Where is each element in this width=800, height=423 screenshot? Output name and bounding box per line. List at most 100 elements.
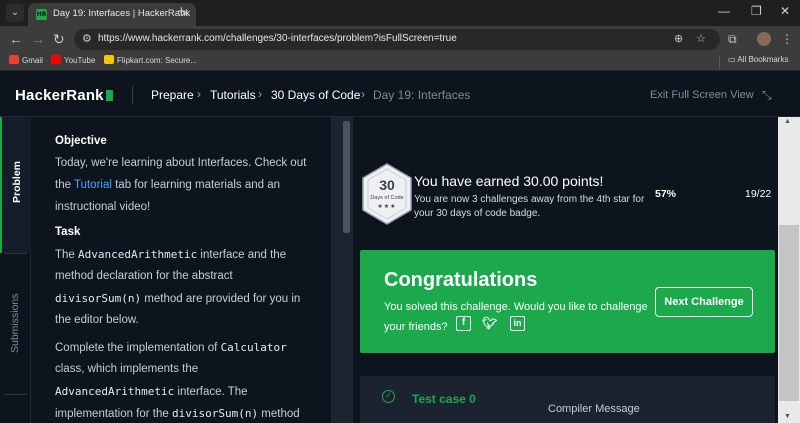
task-text: The AdvancedArithmetic interface and the bbox=[55, 248, 286, 261]
all-bookmarks-label: All Bookmarks bbox=[737, 55, 789, 64]
compiler-message-label: Compiler Message bbox=[548, 403, 640, 415]
congrats-line: You solved this challenge. Would you lik… bbox=[384, 301, 648, 313]
tutorial-link[interactable]: Tutorial bbox=[74, 179, 112, 191]
url-text: https://www.hackerrank.com/challenges/30… bbox=[98, 33, 457, 44]
problem-description: Objective Today, we're learning about In… bbox=[31, 117, 331, 423]
text-fragment: Complete the implementation of bbox=[55, 342, 221, 354]
progress-count: 19/22 bbox=[745, 188, 772, 200]
new-tab-icon[interactable]: + bbox=[177, 3, 186, 20]
collapse-arrows-icon[interactable]: ⤡ bbox=[762, 88, 772, 103]
problem-scrollbar-thumb[interactable] bbox=[343, 121, 350, 233]
window-close-icon[interactable]: ✕ bbox=[780, 4, 790, 18]
congratulations-title: Congratulations bbox=[384, 269, 538, 291]
browser-tab-strip: ⌄ HR Day 19: Interfaces | HackerRank ✕ +… bbox=[0, 0, 800, 26]
scroll-up-arrow-icon[interactable]: ▲ bbox=[784, 118, 791, 125]
reload-icon[interactable]: ↻ bbox=[53, 31, 65, 48]
breadcrumb-prepare[interactable]: Prepare bbox=[151, 88, 194, 102]
check-circle-icon: ✓ bbox=[382, 390, 395, 403]
stars-away-line: your 30 days of code badge. bbox=[414, 208, 541, 219]
side-tab-divider bbox=[4, 394, 27, 395]
bookmark-label: Gmail bbox=[22, 56, 43, 65]
congrats-line: your friends? bbox=[384, 321, 448, 333]
bookmark-label: Flipkart.com: Secure... bbox=[117, 56, 198, 65]
logo-text: HackerRank bbox=[15, 87, 104, 104]
back-arrow-icon[interactable]: ← bbox=[9, 31, 23, 47]
objective-text: Today, we're learning about Interfaces. … bbox=[55, 157, 307, 169]
scroll-down-arrow-icon[interactable]: ▼ bbox=[784, 413, 791, 420]
tab-problem[interactable]: Problem bbox=[0, 117, 31, 253]
code-span: AdvancedArithmetic bbox=[78, 248, 198, 261]
bookmark-youtube[interactable]: YouTube bbox=[51, 55, 95, 65]
facebook-icon[interactable]: f bbox=[456, 316, 471, 331]
objective-text: instructional video! bbox=[55, 201, 151, 213]
breadcrumb-current: Day 19: Interfaces bbox=[373, 88, 471, 102]
task-text: Complete the implementation of Calculato… bbox=[55, 341, 287, 354]
hackerrank-favicon-icon: HR bbox=[36, 9, 47, 20]
tab-title: Day 19: Interfaces | HackerRank bbox=[53, 8, 191, 19]
test-case-tab[interactable]: Test case 0 bbox=[412, 392, 476, 406]
zoom-icon[interactable]: ⊕ bbox=[674, 32, 683, 45]
folder-icon: ▭ bbox=[728, 55, 738, 64]
badge-label: Days of Code bbox=[370, 195, 404, 201]
breadcrumb-chevron-icon: › bbox=[258, 87, 262, 101]
test-case-panel: ✓ Test case 0 Compiler Message bbox=[360, 376, 775, 423]
minimize-icon[interactable]: — bbox=[718, 4, 730, 18]
breadcrumb-tutorials[interactable]: Tutorials bbox=[210, 88, 256, 102]
logo-box-icon bbox=[105, 90, 113, 101]
hexagon-badge-icon bbox=[362, 163, 412, 225]
badge-stars: ★★★ bbox=[377, 204, 397, 210]
stars-away-text: You are now 3 challenges away from the 4… bbox=[414, 193, 644, 221]
browser-toolbar: ← → ↻ ⚙ https://www.hackerrank.com/chall… bbox=[0, 26, 800, 53]
twitter-icon[interactable]: 🐦︎ bbox=[482, 316, 497, 331]
text-fragment: implementation for the bbox=[55, 408, 172, 420]
tab-search-button[interactable]: ⌄ bbox=[6, 4, 24, 22]
site-info-icon[interactable]: ⚙ bbox=[82, 32, 92, 45]
breadcrumb-chevron-icon: › bbox=[361, 87, 365, 101]
browser-tab[interactable]: HR Day 19: Interfaces | HackerRank ✕ bbox=[28, 3, 196, 26]
next-challenge-button[interactable]: Next Challenge bbox=[655, 287, 753, 317]
breadcrumb-30-days[interactable]: 30 Days of Code bbox=[271, 88, 360, 102]
text-fragment: method are provided for you in bbox=[141, 293, 301, 305]
address-bar[interactable]: ⚙ https://www.hackerrank.com/challenges/… bbox=[74, 29, 720, 50]
code-span: divisorSum(n) bbox=[171, 407, 259, 420]
restore-icon[interactable]: ❐ bbox=[751, 4, 762, 18]
youtube-icon bbox=[51, 55, 61, 64]
task-text: method declaration for the abstract bbox=[55, 270, 233, 282]
tab-submissions[interactable]: Submissions bbox=[0, 267, 31, 387]
bookmark-star-icon[interactable]: ☆ bbox=[696, 32, 706, 45]
hackerrank-header: HackerRank Prepare › Tutorials › 30 Days… bbox=[0, 72, 800, 117]
bookmark-flipkart[interactable]: Flipkart.com: Secure... bbox=[104, 55, 197, 65]
task-text: class, which implements the bbox=[55, 363, 199, 375]
stars-away-line: You are now 3 challenges away from the 4… bbox=[414, 194, 645, 205]
progress-percent: 57% bbox=[655, 188, 677, 200]
extensions-icon[interactable]: ⧉ bbox=[728, 32, 737, 47]
flipkart-icon bbox=[104, 55, 114, 64]
text-fragment: interface. The bbox=[174, 386, 248, 398]
linkedin-icon[interactable]: in bbox=[510, 316, 525, 331]
profile-avatar[interactable] bbox=[757, 32, 771, 46]
all-bookmarks[interactable]: ▭ All Bookmarks bbox=[728, 55, 788, 64]
hackerrank-logo[interactable]: HackerRank bbox=[15, 87, 113, 104]
header-divider bbox=[132, 86, 133, 104]
task-text: implementation for the divisorSum(n) met… bbox=[55, 407, 300, 420]
bookmarks-bar: Gmail YouTube Flipkart.com: Secure... ▭ … bbox=[0, 53, 800, 71]
bookmark-label: YouTube bbox=[64, 56, 96, 65]
result-panel: 30 Days of Code ★★★ You have earned 30.0… bbox=[353, 117, 778, 423]
side-tab-divider bbox=[4, 253, 27, 254]
tab-submissions-label: Submissions bbox=[9, 293, 21, 353]
breadcrumb-chevron-icon: › bbox=[197, 87, 201, 101]
forward-arrow-icon[interactable]: → bbox=[31, 31, 45, 47]
text-fragment: method bbox=[258, 408, 300, 420]
bookmark-gmail[interactable]: Gmail bbox=[9, 55, 43, 65]
text-fragment: tab for learning materials and an bbox=[111, 179, 281, 191]
objective-text: the Tutorial tab for learning materials … bbox=[55, 179, 280, 191]
points-earned: You have earned 30.00 points! bbox=[414, 173, 604, 189]
browser-menu-icon[interactable]: ⋮ bbox=[781, 32, 793, 46]
exit-fullscreen-link[interactable]: Exit Full Screen View bbox=[650, 89, 754, 101]
result-scrollbar-thumb[interactable] bbox=[779, 225, 799, 401]
code-span: divisorSum(n) bbox=[55, 292, 142, 305]
badge-number: 30 bbox=[379, 177, 395, 193]
text-fragment: The bbox=[55, 249, 79, 261]
task-text: the editor below. bbox=[55, 314, 139, 326]
task-text: divisorSum(n) method are provided for yo… bbox=[55, 292, 300, 305]
